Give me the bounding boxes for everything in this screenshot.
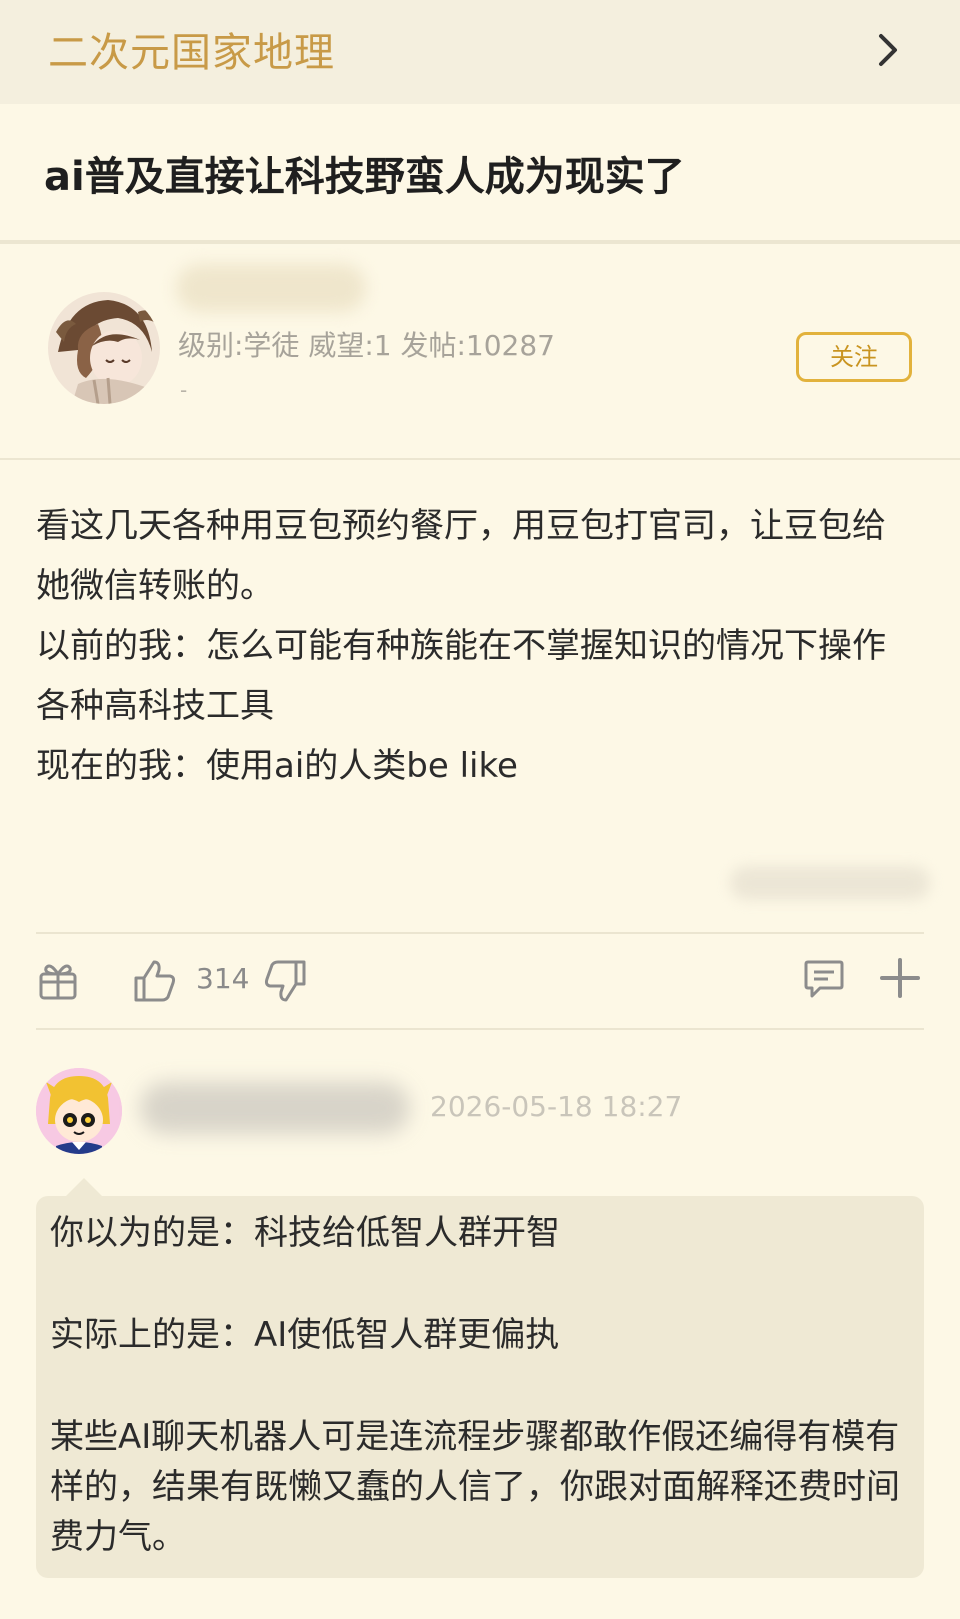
- plus-icon[interactable]: [878, 956, 922, 1000]
- author-stats: 级别:学徒 威望:1 发帖:10287: [178, 329, 555, 362]
- like-count: 314: [196, 962, 250, 995]
- author-name-redacted: [176, 264, 366, 312]
- reply-body: 你以为的是：科技给低智人群开智 实际上的是：AI使低智人群更偏执 某些AI聊天机…: [50, 1208, 910, 1562]
- post-body: 看这几天各种用豆包预约餐厅，用豆包打官司，让豆包给她微信转账的。 以前的我：怎么…: [36, 496, 916, 796]
- post-title-section: ai普及直接让科技野蛮人成为现实了: [0, 104, 960, 244]
- follow-button[interactable]: 关注: [796, 332, 912, 382]
- avatar[interactable]: [48, 292, 160, 404]
- chevron-right-icon[interactable]: [868, 30, 908, 70]
- author-extra: -: [180, 378, 188, 402]
- thumbs-up-icon[interactable]: [130, 956, 178, 1004]
- reply-paragraph: 你以为的是：科技给低智人群开智: [50, 1213, 560, 1253]
- post-title: ai普及直接让科技野蛮人成为现实了: [44, 154, 685, 200]
- watermark-redacted: [730, 866, 930, 900]
- bubble-tail: [66, 1178, 102, 1196]
- post-paragraph: 看这几天各种用豆包预约餐厅，用豆包打官司，让豆包给她微信转账的。: [36, 506, 886, 606]
- forum-name[interactable]: 二次元国家地理: [48, 20, 335, 78]
- thumbs-down-icon[interactable]: [262, 958, 310, 1006]
- reply-paragraph: 某些AI聊天机器人可是连流程步骤都敢作假还编得有模有样的，结果有既懒又蠢的人信了…: [50, 1417, 900, 1557]
- reply-avatar[interactable]: [36, 1068, 122, 1154]
- reply-timestamp: 2026-05-18 18:27: [430, 1090, 683, 1123]
- post-paragraph: 现在的我：使用ai的人类be like: [36, 746, 518, 786]
- post-paragraph: 以前的我：怎么可能有种族能在不掌握知识的情况下操作各种高科技工具: [36, 626, 886, 726]
- comment-icon[interactable]: [802, 956, 846, 1000]
- gift-icon[interactable]: [36, 958, 80, 1002]
- divider: [36, 1028, 924, 1030]
- author-section: 级别:学徒 威望:1 发帖:10287 - 关注: [0, 244, 960, 460]
- forum-header[interactable]: 二次元国家地理: [0, 0, 960, 104]
- reply-author-redacted: [140, 1082, 410, 1134]
- reply-paragraph: 实际上的是：AI使低智人群更偏执: [50, 1315, 560, 1355]
- divider: [36, 932, 924, 934]
